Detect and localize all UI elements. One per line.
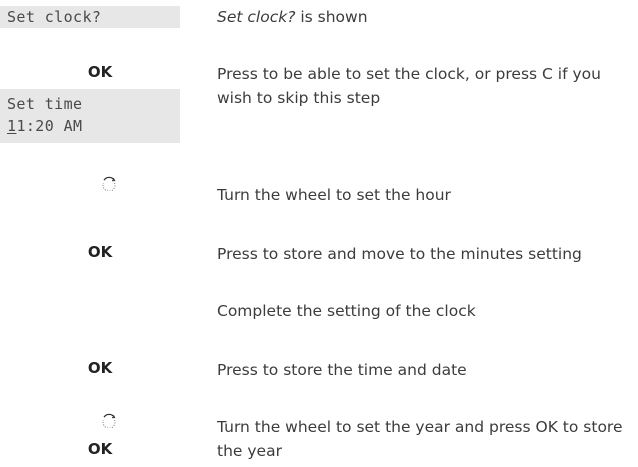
step-5-description: Complete the setting of the clock — [217, 302, 476, 320]
step-1-description: Set clock? is shown — [217, 5, 627, 29]
time-value: 1:20 AM — [16, 117, 83, 135]
ok-key-label: OK — [87, 63, 113, 81]
step-6-description: Press to store the time and date — [217, 361, 467, 379]
ok-key-label: OK — [87, 243, 113, 261]
step-1-italic: Set clock? — [217, 8, 296, 26]
display-set-time: Set time 11:20 AM — [0, 89, 180, 143]
display-set-clock: Set clock? — [0, 6, 180, 28]
step-3-description: Turn the wheel to set the hour — [217, 186, 451, 204]
step-2-description: Press to be able to set the clock, or pr… — [217, 65, 601, 107]
display-line: Set time — [7, 95, 83, 113]
step-1-text: is shown — [295, 8, 368, 26]
ok-key-label: OK — [87, 359, 113, 377]
display-line: Set clock? — [7, 8, 102, 26]
display-time-line: 11:20 AM — [7, 115, 180, 137]
step-7-description: Turn the wheel to set the year and press… — [217, 418, 623, 460]
wheel-icon — [102, 413, 116, 428]
ok-key-label: OK — [87, 440, 113, 458]
wheel-icon — [102, 176, 116, 191]
step-4-description: Press to store and move to the minutes s… — [217, 245, 582, 263]
